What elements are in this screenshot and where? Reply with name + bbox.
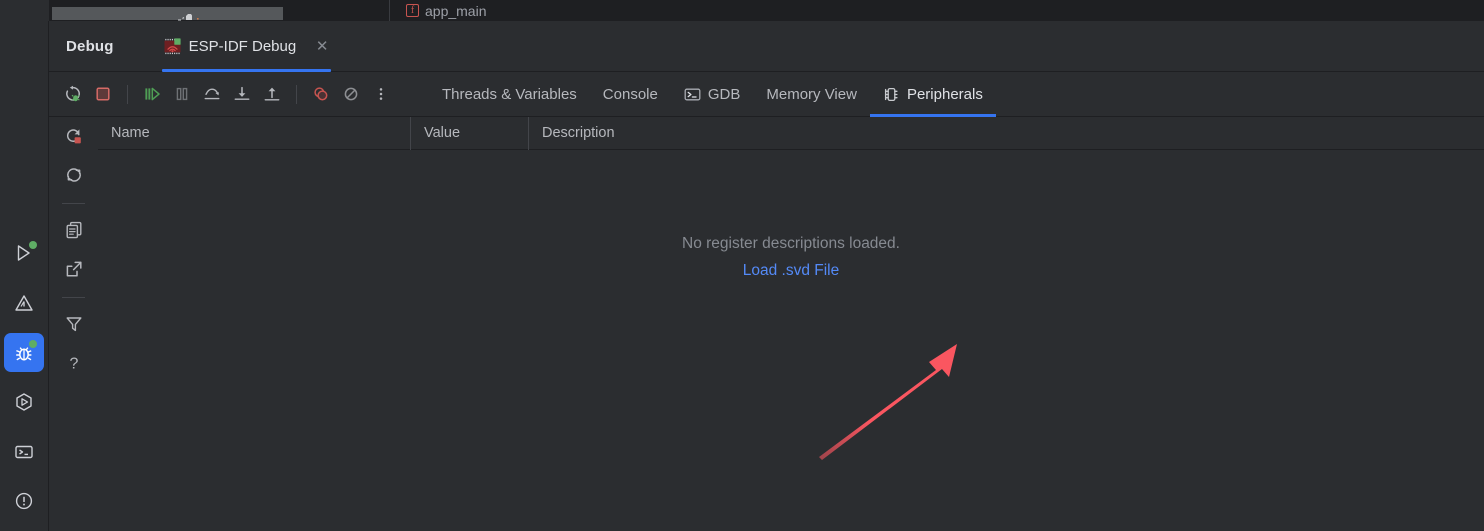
reload-svd-icon[interactable] <box>60 122 88 150</box>
tab-console-label: Console <box>602 85 658 103</box>
table-header-row: Name Value Description <box>98 116 1484 150</box>
rerun-debug-button[interactable] <box>59 80 87 108</box>
function-f-icon: f <box>406 4 419 17</box>
step-over-button[interactable] <box>198 80 226 108</box>
sidebar-item-run[interactable] <box>4 234 44 274</box>
filter-icon[interactable] <box>60 310 88 338</box>
registers-table: Name Value Description No register descr… <box>98 116 1484 530</box>
tab-memory-view-label: Memory View <box>766 85 857 103</box>
peripherals-panel: ? Name Value Description No register des… <box>49 116 1484 530</box>
tab-console[interactable]: Console <box>590 72 671 117</box>
column-header-name[interactable]: Name <box>98 116 411 150</box>
tab-label: ESP-IDF Debug <box>188 37 297 55</box>
sidebar-item-build[interactable] <box>4 283 44 323</box>
selected-row-highlight[interactable] <box>52 7 283 20</box>
run-status-dot <box>29 240 37 249</box>
ide-tool-rail <box>0 21 49 531</box>
view-breakpoints-button[interactable] <box>307 80 335 108</box>
breadcrumb[interactable]: f app_main <box>390 0 487 21</box>
editor-breadcrumb-strip: f app_main <box>0 0 1484 21</box>
debug-action-buttons <box>49 80 395 108</box>
step-into-button[interactable] <box>228 80 256 108</box>
debug-tool-window-screen: f app_main Debug ESP-IDF Debug ✕ Threads… <box>0 0 1484 531</box>
tab-threads-variables[interactable]: Threads & Variables <box>429 72 590 117</box>
tab-gdb[interactable]: GDB <box>671 72 754 117</box>
tab-gdb-label: GDB <box>707 85 741 103</box>
refresh-icon[interactable] <box>60 161 88 189</box>
close-icon[interactable]: ✕ <box>315 39 329 54</box>
mute-breakpoints-button[interactable] <box>337 80 365 108</box>
debug-view-tabs: Threads & Variables Console GDB Memory V… <box>429 72 996 117</box>
side-toolbar-separator <box>62 203 85 204</box>
more-options-button[interactable] <box>367 80 395 108</box>
sidebar-item-terminal[interactable] <box>4 432 44 472</box>
svg-text:?: ? <box>69 355 78 372</box>
empty-state-message: No register descriptions loaded. <box>682 235 900 252</box>
peripherals-side-toolbar: ? <box>49 117 98 530</box>
pause-program-button[interactable] <box>168 80 196 108</box>
editor-gutter <box>0 0 49 21</box>
column-header-description[interactable]: Description <box>529 117 1484 150</box>
debug-toolbar: Threads & Variables Console GDB Memory V… <box>49 72 1484 117</box>
step-out-button[interactable] <box>258 80 286 108</box>
side-toolbar-separator-2 <box>62 297 85 298</box>
debug-status-dot <box>29 339 37 348</box>
editor-structure-pane <box>49 0 389 21</box>
sidebar-item-problems[interactable] <box>4 481 44 521</box>
debug-tool-window: Debug ESP-IDF Debug ✕ Threads & Variable… <box>49 21 1484 531</box>
empty-state: No register descriptions loaded. Load .s… <box>98 235 1484 280</box>
tool-window-header: Debug ESP-IDF Debug ✕ <box>49 21 1484 72</box>
copy-icon[interactable] <box>60 216 88 244</box>
tab-peripherals-label: Peripherals <box>906 85 983 103</box>
page-title: Debug <box>66 37 114 55</box>
breadcrumb-label: app_main <box>425 2 487 19</box>
chip-icon <box>883 86 900 103</box>
resume-program-button[interactable] <box>138 80 166 108</box>
esp-idf-icon <box>164 37 181 55</box>
help-icon[interactable]: ? <box>60 349 88 377</box>
toolbar-separator <box>127 84 128 104</box>
sidebar-item-services[interactable] <box>4 382 44 422</box>
column-header-value[interactable]: Value <box>411 116 529 150</box>
stop-button[interactable] <box>89 80 117 108</box>
tab-esp-idf-debug[interactable]: ESP-IDF Debug ✕ <box>161 21 332 72</box>
tab-threads-variables-label: Threads & Variables <box>442 85 577 103</box>
open-external-icon[interactable] <box>60 255 88 283</box>
tab-peripherals[interactable]: Peripherals <box>869 72 996 117</box>
load-svd-file-link[interactable]: Load .svd File <box>743 262 840 280</box>
toolbar-separator-2 <box>296 84 297 104</box>
sidebar-item-debug[interactable] <box>4 332 44 373</box>
tab-memory-view[interactable]: Memory View <box>753 72 870 117</box>
console-icon <box>684 86 701 103</box>
